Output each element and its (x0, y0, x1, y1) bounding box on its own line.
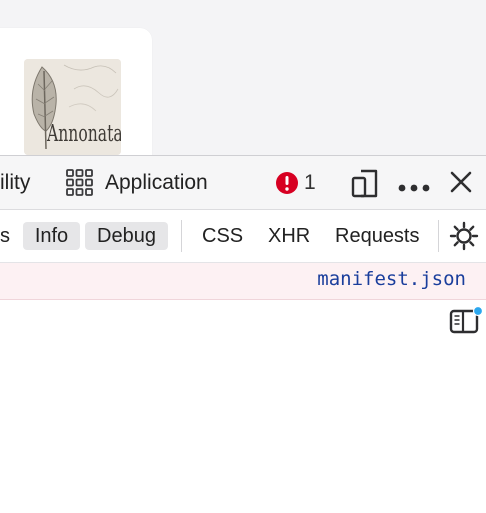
tab-application[interactable]: Application (105, 171, 208, 195)
console-filter-bar: s Info Debug CSS XHR Requests (0, 210, 486, 263)
error-count[interactable]: 1 (304, 171, 316, 195)
filter-separator (181, 220, 182, 252)
filter-debug[interactable]: Debug (85, 222, 168, 250)
page-viewport: Annonatate (0, 0, 486, 188)
filter-warnings[interactable]: s (0, 225, 10, 248)
console-error-row: manifest.json (0, 263, 486, 300)
annonatate-logo-text: Annonatate (46, 119, 121, 147)
close-icon[interactable] (450, 171, 472, 198)
filter-info[interactable]: Info (23, 222, 80, 250)
error-icon[interactable] (275, 171, 299, 200)
source-link[interactable]: manifest.json (317, 268, 466, 290)
annonatate-logo[interactable]: Annonatate (24, 59, 121, 155)
tab-accessibility[interactable]: ility (0, 171, 30, 195)
filter-requests[interactable]: Requests (335, 225, 420, 248)
devtools-panel: ility Application 1 s Info Debug CSS XHR… (0, 155, 486, 513)
settings-gear-icon[interactable] (449, 221, 479, 256)
filter-xhr[interactable]: XHR (268, 225, 310, 248)
application-grid-icon (66, 169, 93, 201)
filter-css[interactable]: CSS (202, 225, 243, 248)
notification-dot (472, 305, 484, 317)
responsive-design-icon[interactable] (351, 168, 379, 203)
devtools-tab-bar: ility Application 1 (0, 156, 486, 210)
more-options-icon[interactable] (398, 179, 430, 197)
sidebar-toggle-icon[interactable] (449, 305, 485, 340)
filter-separator (438, 220, 439, 252)
